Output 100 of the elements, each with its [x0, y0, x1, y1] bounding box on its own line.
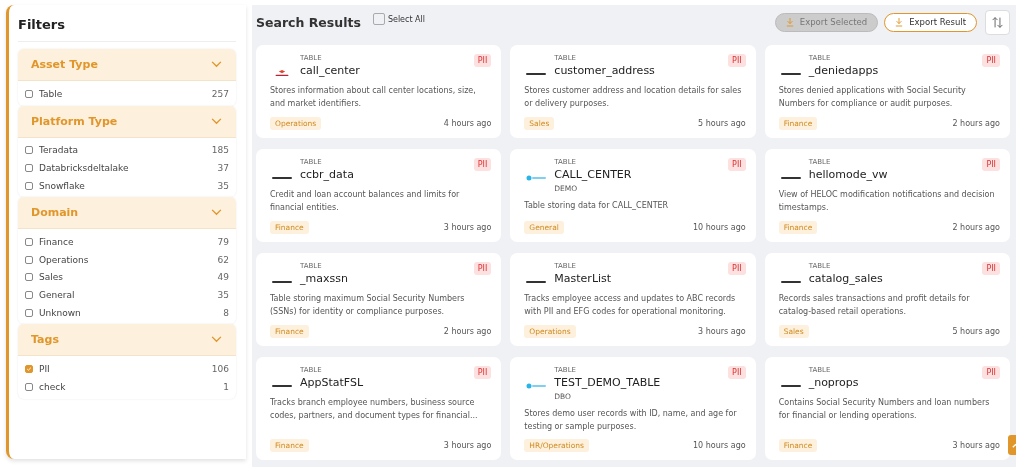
logo-icon [780, 382, 801, 390]
pii-badge: PII [473, 366, 492, 379]
pii-badge: PII [728, 262, 746, 275]
filter-count: 49 [217, 272, 229, 283]
checkbox[interactable] [25, 308, 33, 317]
pii-badge: PII [982, 262, 1000, 275]
filter-count: 35 [217, 180, 229, 191]
chevron-down-icon [211, 61, 222, 68]
logo-icon [272, 174, 292, 182]
asset-description: View of HELOC modification notifications and decision timestamps. [778, 189, 996, 214]
filter-label: Teradata [39, 145, 79, 156]
asset-name: hellomode_vw [808, 168, 889, 181]
asset-description: Tracks branch employee numbers, business source codes, partners, and document types for financial... [270, 397, 479, 422]
checkbox[interactable] [25, 255, 33, 264]
filter-count: 257 [211, 88, 229, 99]
updated-time: 10 hours ago [693, 223, 746, 232]
download-icon [895, 17, 904, 27]
checkbox[interactable] [25, 164, 33, 172]
updated-time: 3 hours ago [443, 223, 492, 232]
logo-icon [526, 174, 547, 182]
updated-time: 5 hours ago [698, 119, 746, 128]
asset-description: Contains Social Security Numbers and loan numbers for financial or lending operations. [778, 397, 991, 422]
sort-icon [991, 15, 1004, 29]
asset-description: Stores demo user records with ID, name, and age for testing or sample purposes. [524, 408, 738, 433]
asset-name: ccbr_data [300, 168, 355, 181]
updated-time: 2 hours ago [952, 119, 1000, 128]
filter-label: Operations [39, 254, 90, 265]
logo-icon [526, 382, 547, 390]
pii-badge: PII [728, 54, 746, 67]
filter-count: 79 [217, 237, 229, 248]
filter-label: Snowflake [39, 180, 86, 191]
asset-name: _deniedapps [808, 64, 880, 77]
filter-label: Sales [39, 272, 64, 283]
filter-count: 35 [217, 289, 229, 300]
select-all-label: Select All [387, 14, 426, 24]
pii-badge: PII [728, 366, 746, 379]
filter-label: Databricksdeltalake [39, 163, 130, 173]
checkbox[interactable] [25, 181, 33, 190]
logo-icon [272, 382, 292, 390]
updated-time: 3 hours ago [698, 327, 746, 336]
logo-icon [780, 174, 801, 182]
export-button[interactable]: Export Result [884, 12, 977, 32]
checkbox[interactable] [25, 146, 33, 155]
filter-label: Table [39, 88, 64, 99]
asset-name: catalog_sales [808, 272, 884, 285]
pii-badge: PII [473, 54, 492, 67]
updated-time: 10 hours ago [693, 441, 746, 450]
filter-label: PII [39, 364, 51, 375]
filter-count: 1 [223, 381, 229, 392]
filter-label: Unknown [39, 307, 82, 318]
logo-icon [780, 278, 801, 286]
asset-name: MasterList [554, 272, 613, 285]
logo-icon [780, 70, 801, 78]
checkbox[interactable] [25, 89, 33, 98]
asset-name: customer_address [554, 64, 656, 77]
filter-label: check [39, 381, 67, 392]
checkbox[interactable] [25, 273, 33, 282]
checkbox[interactable] [25, 382, 33, 391]
filter-label: Finance [39, 237, 75, 248]
asset-description: Table storing data for CALL_CENTER [524, 200, 670, 212]
checkbox[interactable] [25, 238, 33, 247]
updated-time: 2 hours ago [443, 327, 492, 336]
checkbox[interactable] [25, 290, 33, 299]
filter-count: 37 [217, 163, 229, 173]
asset-name: TEST_DEMO_TABLE [554, 376, 662, 389]
asset-description: Tracks employee access and updates to ABC records with PII and EFG codes for operational monitoring. [524, 293, 737, 318]
chevron-down-icon [211, 209, 222, 217]
asset-name: _maxssn [300, 272, 349, 285]
filter-count: 106 [211, 364, 229, 375]
pii-badge: PII [982, 366, 1000, 379]
select-all-checkbox[interactable] [372, 13, 385, 25]
chevron-down-icon [211, 117, 222, 125]
updated-time: 3 hours ago [952, 441, 1000, 450]
asset-name: AppStatFSL [300, 376, 365, 389]
asset-name: call_center [300, 64, 361, 77]
filter-count: 185 [211, 145, 229, 156]
results-title: Search Results [256, 14, 361, 30]
filter-count: 62 [217, 254, 229, 265]
filters-title: Filters [18, 16, 66, 34]
updated-time: 5 hours ago [952, 327, 1000, 336]
asset-description: Stores denied applications with Social Security Numbers for compliance or audit purposes. [778, 85, 967, 110]
asset-name: _noprops [808, 376, 860, 389]
asset-description: Stores customer address and location details for sales or delivery purposes. [524, 85, 743, 110]
checkbox[interactable] [25, 365, 33, 374]
pii-badge: PII [982, 158, 1000, 171]
pii-badge: PII [982, 54, 1000, 67]
asset-description: Records sales transactions and profit details for catalog-based retail operations. [778, 293, 971, 318]
filter-count: 8 [223, 307, 229, 318]
chevron-down-icon [211, 336, 222, 344]
asset-name: CALL_CENTER [554, 168, 633, 181]
updated-time: 4 hours ago [443, 119, 492, 128]
updated-time: 2 hours ago [952, 223, 1000, 232]
sort-button[interactable] [985, 9, 1010, 35]
logo-icon [526, 278, 547, 286]
updated-time: 3 hours ago [443, 441, 492, 450]
download-icon [785, 17, 794, 27]
asset-description: Stores information about call center locations, size, and market identifiers. [270, 85, 477, 110]
asset-description: Table storing maximum Social Security Numbers (SSNs) for identity or compliance purposes. [270, 293, 466, 318]
pii-badge: PII [728, 158, 746, 171]
logo-icon [526, 70, 547, 78]
